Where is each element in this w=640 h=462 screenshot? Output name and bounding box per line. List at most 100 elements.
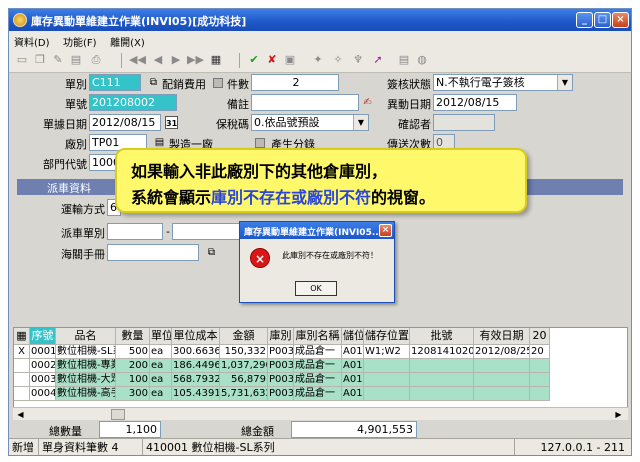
grid-cell[interactable]: 0001: [30, 345, 56, 359]
grid-cell[interactable]: 200: [116, 359, 150, 373]
scroll-right-icon[interactable]: ▶: [613, 409, 624, 420]
menu-exit[interactable]: 離開(X): [105, 31, 150, 49]
grid-cell[interactable]: 20: [530, 345, 550, 359]
dialog-ok-button[interactable]: OK: [295, 281, 337, 296]
new-doc-icon[interactable]: ▭: [15, 53, 29, 67]
grid-cell[interactable]: 568.7932: [172, 373, 220, 387]
grid-cell[interactable]: [364, 387, 410, 401]
scroll-thumb[interactable]: [111, 409, 125, 420]
change-date-field[interactable]: 2012/08/15: [433, 94, 517, 111]
grid-header-cell[interactable]: 品名: [56, 328, 116, 345]
query-icon[interactable]: ▦: [209, 53, 223, 67]
grid-cell[interactable]: A01: [342, 345, 364, 359]
grid-header-cell[interactable]: 單位: [150, 328, 172, 345]
delete-doc-icon[interactable]: ▤: [69, 53, 83, 67]
tool-b-icon[interactable]: ✧: [331, 53, 345, 67]
grid-cell[interactable]: 成品倉一: [294, 373, 342, 387]
grid-cell[interactable]: ea: [150, 387, 172, 401]
qty-field[interactable]: 2: [251, 74, 339, 91]
grid-cell[interactable]: 0004: [30, 387, 56, 401]
grid-cell[interactable]: 成品倉一: [294, 345, 342, 359]
grid-header-cell[interactable]: 儲位: [342, 328, 364, 345]
grid-cell[interactable]: 5,731,632: [220, 387, 268, 401]
confirm-check-icon[interactable]: ✔: [247, 53, 261, 67]
grid-header-cell[interactable]: 20: [530, 328, 550, 345]
scroll-left-icon[interactable]: ◀: [15, 409, 26, 420]
grid-cell[interactable]: 2012/08/25: [474, 345, 530, 359]
grid-cell[interactable]: [410, 387, 474, 401]
grid-cell[interactable]: 數位相機-專業型: [56, 359, 116, 373]
title-bar[interactable]: 庫存異動單維建立作業(INVI05)[成功科技] _ □ ×: [9, 9, 631, 31]
grid-header-cell[interactable]: 金額: [220, 328, 268, 345]
grid-cell[interactable]: [474, 373, 530, 387]
bond-select[interactable]: 0.依品號預設 ▼: [251, 114, 369, 131]
grid-header-cell[interactable]: 序號: [30, 328, 56, 345]
grid-cell[interactable]: 數位相機-高手玩: [56, 387, 116, 401]
grid-cell[interactable]: 500: [116, 345, 150, 359]
grid-cell[interactable]: [530, 387, 550, 401]
grid-cell[interactable]: 數位相機-SL系列: [56, 345, 116, 359]
grid-cell[interactable]: 0002: [30, 359, 56, 373]
grid-cell[interactable]: 56,879: [220, 373, 268, 387]
grid-header-cell[interactable]: 單位成本: [172, 328, 220, 345]
prev-record-icon[interactable]: ◀: [151, 53, 165, 67]
cancel-x-icon[interactable]: ✘: [265, 53, 279, 67]
menu-function[interactable]: 功能(F): [58, 31, 102, 49]
wizard-icon[interactable]: ➚: [371, 53, 385, 67]
grid-header-cell[interactable]: 批號: [410, 328, 474, 345]
doc-no-field[interactable]: 201208002: [89, 94, 177, 111]
grid-cell[interactable]: P003: [268, 387, 294, 401]
save-icon[interactable]: ▣: [283, 53, 297, 67]
grid-header-cell[interactable]: 儲存位置: [364, 328, 410, 345]
grid-cell[interactable]: [474, 359, 530, 373]
grid-cell[interactable]: [530, 373, 550, 387]
horizontal-scrollbar[interactable]: ◀ ▶: [13, 407, 628, 420]
grid-cell[interactable]: P003: [268, 373, 294, 387]
print-icon[interactable]: ⎙: [89, 53, 103, 67]
minimize-button[interactable]: _: [576, 12, 593, 28]
tool-d-icon[interactable]: ▤: [397, 53, 411, 67]
grid-cell[interactable]: 105.4391: [172, 387, 220, 401]
doc-date-field[interactable]: 2012/08/15: [89, 114, 161, 131]
split-checkbox[interactable]: [255, 138, 265, 148]
grid-cell[interactable]: 150,332: [220, 345, 268, 359]
maximize-button[interactable]: □: [594, 12, 611, 28]
grid-cell[interactable]: 120814102001: [410, 345, 474, 359]
grid-cell[interactable]: ea: [150, 373, 172, 387]
grid-cell[interactable]: P003: [268, 359, 294, 373]
chevron-down-icon[interactable]: ▼: [557, 75, 572, 90]
grid-header-cell[interactable]: 有效日期: [474, 328, 530, 345]
grid-cell[interactable]: A01: [342, 373, 364, 387]
tool-e-icon[interactable]: ◍: [415, 53, 429, 67]
grid-cell[interactable]: W1;W2: [364, 345, 410, 359]
grid-cell[interactable]: 300.6636: [172, 345, 220, 359]
grid-cell[interactable]: 1,037,290: [220, 359, 268, 373]
grid-cell[interactable]: 300: [116, 387, 150, 401]
grid-cell[interactable]: 0003: [30, 373, 56, 387]
note-field[interactable]: [251, 94, 359, 111]
close-button[interactable]: ×: [612, 12, 629, 28]
calendar-icon[interactable]: 31: [165, 116, 178, 129]
grid-cell[interactable]: A01: [342, 387, 364, 401]
grid-cell[interactable]: 數位相機-大眾型: [56, 373, 116, 387]
doc-type-field[interactable]: C111: [89, 74, 141, 91]
grid-cell[interactable]: P003: [268, 345, 294, 359]
tool-c-icon[interactable]: ♆: [351, 53, 365, 67]
grid-cell[interactable]: 100: [116, 373, 150, 387]
dialog-close-button[interactable]: ×: [379, 224, 392, 237]
last-record-icon[interactable]: ▶▶: [187, 53, 204, 67]
first-record-icon[interactable]: ◀◀: [129, 53, 146, 67]
copy-doc-icon[interactable]: ❐: [33, 53, 47, 67]
grid-cell[interactable]: 成品倉一: [294, 387, 342, 401]
dialog-title[interactable]: 庫存異動單維建立作業(INVI05...: [240, 222, 394, 239]
grid-cell[interactable]: 186.4496: [172, 359, 220, 373]
customs-lookup-icon[interactable]: ⧉: [205, 246, 218, 259]
chevron-down-icon[interactable]: ▼: [353, 115, 368, 130]
grid-cell[interactable]: ea: [150, 359, 172, 373]
grid-cell[interactable]: [364, 373, 410, 387]
grid-header-cell[interactable]: 庫別名稱: [294, 328, 342, 345]
grid-cell[interactable]: [410, 373, 474, 387]
grid-cell[interactable]: ea: [150, 345, 172, 359]
grid-cell[interactable]: A01: [342, 359, 364, 373]
next-record-icon[interactable]: ▶: [169, 53, 183, 67]
